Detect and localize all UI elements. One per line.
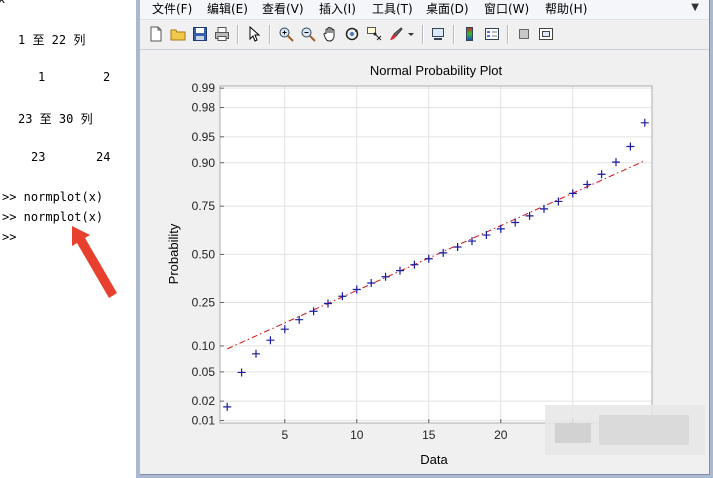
y-tick-label: 0.98 [192, 101, 216, 115]
y-tick-label: 0.02 [192, 394, 216, 408]
rotate-3d-icon[interactable] [342, 24, 362, 44]
y-tick-label: 0.25 [192, 296, 216, 310]
y-tick-label: 0.50 [192, 247, 216, 261]
legend-icon[interactable] [482, 24, 502, 44]
watermark [545, 405, 705, 455]
zoom-out-icon[interactable] [298, 24, 318, 44]
zoom-in-icon[interactable] [276, 24, 296, 44]
y-tick-label: 0.75 [192, 199, 216, 213]
menu-file[interactable]: 文件(F) [152, 1, 192, 17]
brush-dropdown-icon[interactable] [406, 24, 416, 44]
save-icon[interactable] [190, 24, 210, 44]
data-cursor-icon[interactable] [364, 24, 384, 44]
x-tick-label: 20 [494, 428, 508, 442]
figure-toolbar [140, 20, 709, 50]
x-tick-label: 10 [350, 428, 364, 442]
menu-tools[interactable]: 工具(T) [372, 1, 413, 17]
x-axis-label: Data [420, 452, 448, 467]
y-axis-label: Probability [166, 223, 181, 284]
toolbar-separator [422, 25, 424, 44]
red-arrow-annotation [72, 226, 117, 298]
toolbar-separator [507, 25, 509, 44]
menu-help[interactable]: 帮助(H) [545, 1, 587, 17]
y-tick-label: 0.95 [192, 130, 216, 144]
x-tick-label: 15 [422, 428, 436, 442]
hide-plot-tools-icon[interactable] [514, 24, 534, 44]
link-plot-icon[interactable] [428, 24, 448, 44]
toolbar-separator [269, 25, 271, 44]
menu-desktop[interactable]: 桌面(D) [426, 1, 469, 17]
x-tick-labels: 5 10 15 20 [281, 428, 507, 442]
y-tick-label: 0.01 [192, 414, 216, 428]
y-tick-label: 0.05 [192, 365, 216, 379]
x-tick-label: 5 [281, 428, 288, 442]
open-file-icon[interactable] [168, 24, 188, 44]
y-tick-label: 0.99 [192, 81, 216, 95]
print-icon[interactable] [212, 24, 232, 44]
figure-client-area: 文件(F) 编辑(E) 查看(V) 插入(I) 工具(T) 桌面(D) 窗口(W… [140, 0, 710, 475]
colorbar-icon[interactable] [460, 24, 480, 44]
command-window[interactable]: x 1 至 22 列 1 2 3 23 至 30 列 23 24 25 >> n… [0, 0, 136, 478]
menu-insert[interactable]: 插入(I) [319, 1, 356, 17]
new-figure-icon[interactable] [146, 24, 166, 44]
brush-icon[interactable] [386, 24, 406, 44]
show-plot-tools-icon[interactable] [536, 24, 556, 44]
menu-view[interactable]: 查看(V) [262, 1, 304, 17]
pointer-icon[interactable] [244, 24, 264, 44]
chart-title: Normal Probability Plot [370, 63, 503, 78]
toolbar-separator [453, 25, 455, 44]
y-tick-labels: 0.01 0.02 0.05 0.10 0.25 0.50 0.75 0.90 0.95 0.98… [192, 81, 216, 427]
menu-window[interactable]: 窗口(W) [484, 1, 529, 17]
pan-hand-icon[interactable] [320, 24, 340, 44]
menu-overflow-arrow-icon[interactable]: ▼ [691, 2, 699, 13]
y-tick-label: 0.10 [192, 339, 216, 353]
menu-edit[interactable]: 编辑(E) [207, 1, 248, 17]
menu-bar: 文件(F) 编辑(E) 查看(V) 插入(I) 工具(T) 桌面(D) 窗口(W… [140, 0, 709, 20]
toolbar-separator [237, 25, 239, 44]
y-tick-label: 0.90 [192, 156, 216, 170]
